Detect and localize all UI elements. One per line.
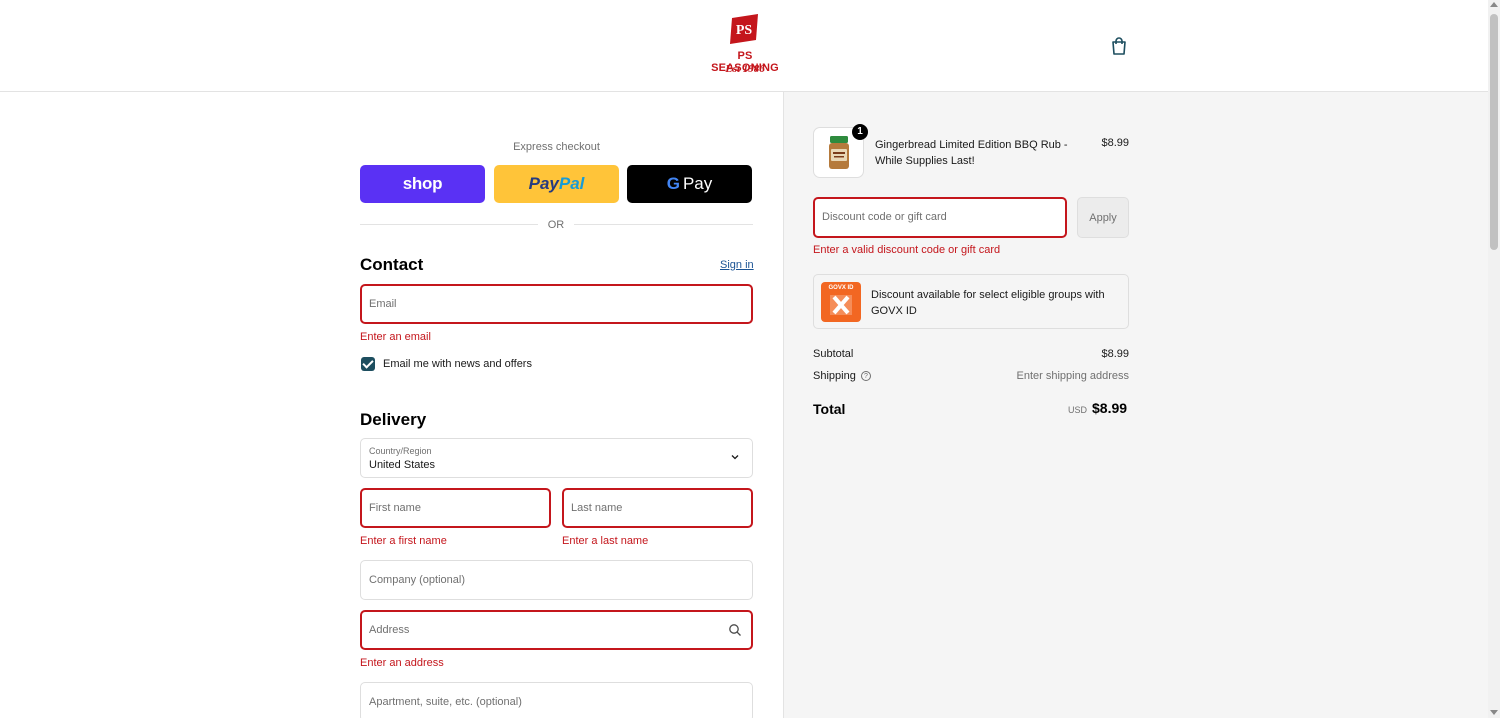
- header: PS PS SEASONING Est 1986: [0, 0, 1488, 92]
- paypal-label-part1: Pay: [528, 174, 559, 193]
- or-divider-label: OR: [547, 219, 565, 231]
- apply-discount-button[interactable]: Apply: [1077, 197, 1129, 238]
- google-g-icon: G: [666, 174, 680, 193]
- express-checkout-title: Express checkout: [513, 141, 600, 153]
- company-field[interactable]: Company (optional): [360, 560, 753, 600]
- subtotal-label: Subtotal: [813, 348, 854, 360]
- govx-text: Discount available for select eligible g…: [871, 289, 1105, 317]
- chevron-down-icon: [731, 455, 739, 460]
- seasoning-jar-image: [829, 136, 849, 169]
- help-icon[interactable]: ?: [861, 371, 871, 381]
- scroll-down-arrow-icon[interactable]: [1490, 710, 1498, 715]
- discount-code-field[interactable]: Discount code or gift card: [813, 197, 1067, 238]
- scroll-up-arrow-icon[interactable]: [1490, 2, 1498, 7]
- govx-discount-banner[interactable]: GOVX ID Discount available for select el…: [813, 274, 1129, 329]
- total-currency: USD: [1068, 405, 1088, 415]
- last-name-placeholder: Last name: [571, 502, 623, 514]
- first-name-error: Enter a first name: [360, 535, 447, 547]
- first-name-placeholder: First name: [369, 502, 421, 514]
- shop-pay-button[interactable]: shop: [360, 165, 485, 203]
- address-error: Enter an address: [360, 657, 444, 669]
- or-divider-left: [360, 224, 538, 225]
- email-placeholder: Email: [369, 298, 397, 310]
- email-field[interactable]: Email: [360, 284, 753, 324]
- apartment-placeholder: Apartment, suite, etc. (optional): [369, 696, 522, 708]
- or-divider-right: [574, 224, 753, 225]
- quantity-badge: 1: [852, 124, 868, 140]
- shipping-label: Shipping: [813, 370, 856, 382]
- product-name: Gingerbread Limited Edition BBQ Rub - Wh…: [875, 139, 1068, 167]
- shop-pay-label: shop: [402, 174, 443, 193]
- newsletter-checkbox[interactable]: [361, 357, 375, 371]
- subtotal-value: $8.99: [1101, 348, 1129, 360]
- logo-flag-icon: PS: [730, 14, 758, 44]
- google-pay-button[interactable]: G Pay: [627, 165, 752, 203]
- country-label: Country/Region: [369, 446, 432, 456]
- scrollbar[interactable]: [1488, 0, 1500, 718]
- sign-in-link[interactable]: Sign in: [720, 259, 754, 271]
- govx-logo: GOVX ID: [821, 282, 861, 322]
- company-placeholder: Company (optional): [369, 574, 465, 586]
- newsletter-label: Email me with news and offers: [383, 358, 532, 370]
- govx-x-icon: [830, 295, 852, 315]
- logo-letters: PS: [736, 23, 753, 38]
- address-field[interactable]: Address: [360, 610, 753, 650]
- shipping-value: Enter shipping address: [1016, 370, 1129, 382]
- last-name-error: Enter a last name: [562, 535, 649, 547]
- apartment-field[interactable]: Apartment, suite, etc. (optional): [360, 682, 753, 718]
- govx-logo-text: GOVX ID: [828, 285, 854, 291]
- delivery-title: Delivery: [360, 410, 427, 429]
- first-name-field[interactable]: First name: [360, 488, 551, 528]
- total-label: Total: [813, 401, 846, 417]
- discount-error: Enter a valid discount code or gift card: [813, 244, 1001, 256]
- paypal-label-part2: Pal: [558, 174, 585, 193]
- country-select[interactable]: Country/Region United States: [360, 438, 753, 478]
- contact-title: Contact: [360, 255, 424, 274]
- total-value: $8.99: [1092, 400, 1128, 416]
- search-icon: [729, 624, 741, 636]
- brand-established: Est 1986: [725, 63, 765, 75]
- bag-icon[interactable]: [1110, 36, 1128, 56]
- discount-code-placeholder: Discount code or gift card: [822, 211, 947, 223]
- country-value: United States: [369, 459, 436, 471]
- address-placeholder: Address: [369, 624, 410, 636]
- brand-logo[interactable]: PS PS SEASONING Est 1986: [703, 14, 787, 78]
- last-name-field[interactable]: Last name: [562, 488, 753, 528]
- paypal-button[interactable]: Pay Pal: [494, 165, 619, 203]
- scroll-thumb[interactable]: [1490, 14, 1498, 250]
- product-price: $8.99: [1101, 137, 1129, 149]
- email-error: Enter an email: [360, 331, 431, 343]
- google-pay-label: Pay: [682, 174, 713, 193]
- order-summary-panel: [783, 92, 1488, 718]
